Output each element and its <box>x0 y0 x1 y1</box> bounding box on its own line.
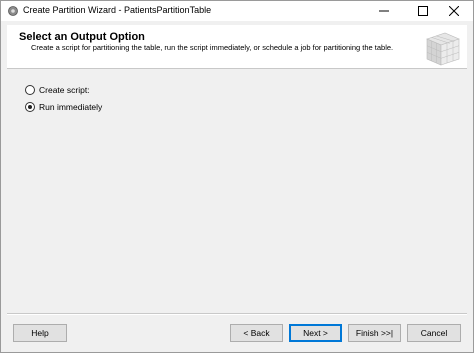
page-title: Select an Output Option <box>19 31 145 43</box>
minimize-button[interactable] <box>365 1 403 21</box>
close-icon <box>449 6 459 16</box>
next-button-label: Next > <box>303 328 328 338</box>
next-button[interactable]: Next > <box>289 324 342 342</box>
cancel-button-label: Cancel <box>420 328 448 338</box>
title-bar[interactable]: Create Partition Wizard - PatientsPartit… <box>1 1 473 21</box>
maximize-icon <box>418 6 428 16</box>
help-button[interactable]: Help <box>13 324 67 342</box>
wizard-window: Create Partition Wizard - PatientsPartit… <box>0 0 474 353</box>
create-script-label: Create script: <box>39 85 90 95</box>
run-immediately-radio[interactable] <box>25 102 35 112</box>
finish-button[interactable]: Finish >>| <box>348 324 401 342</box>
run-immediately-label: Run immediately <box>39 102 103 112</box>
page-header: Select an Output Option Create a script … <box>7 25 467 69</box>
close-button[interactable] <box>435 1 473 21</box>
page-description: Create a script for partitioning the tab… <box>31 43 394 52</box>
footer-separator <box>7 313 467 315</box>
back-button-label: < Back <box>243 328 270 338</box>
help-button-label: Help <box>31 328 49 338</box>
run-immediately-option[interactable]: Run immediately <box>25 102 102 112</box>
minimize-icon <box>379 10 389 12</box>
cube-grid-icon <box>423 27 463 67</box>
create-script-option[interactable]: Create script: <box>25 85 90 95</box>
finish-button-label: Finish >>| <box>355 328 394 338</box>
gear-icon <box>7 5 19 17</box>
create-script-radio[interactable] <box>25 85 35 95</box>
cancel-button[interactable]: Cancel <box>407 324 461 342</box>
window-title: Create Partition Wizard - PatientsPartit… <box>23 5 212 15</box>
back-button[interactable]: < Back <box>230 324 283 342</box>
